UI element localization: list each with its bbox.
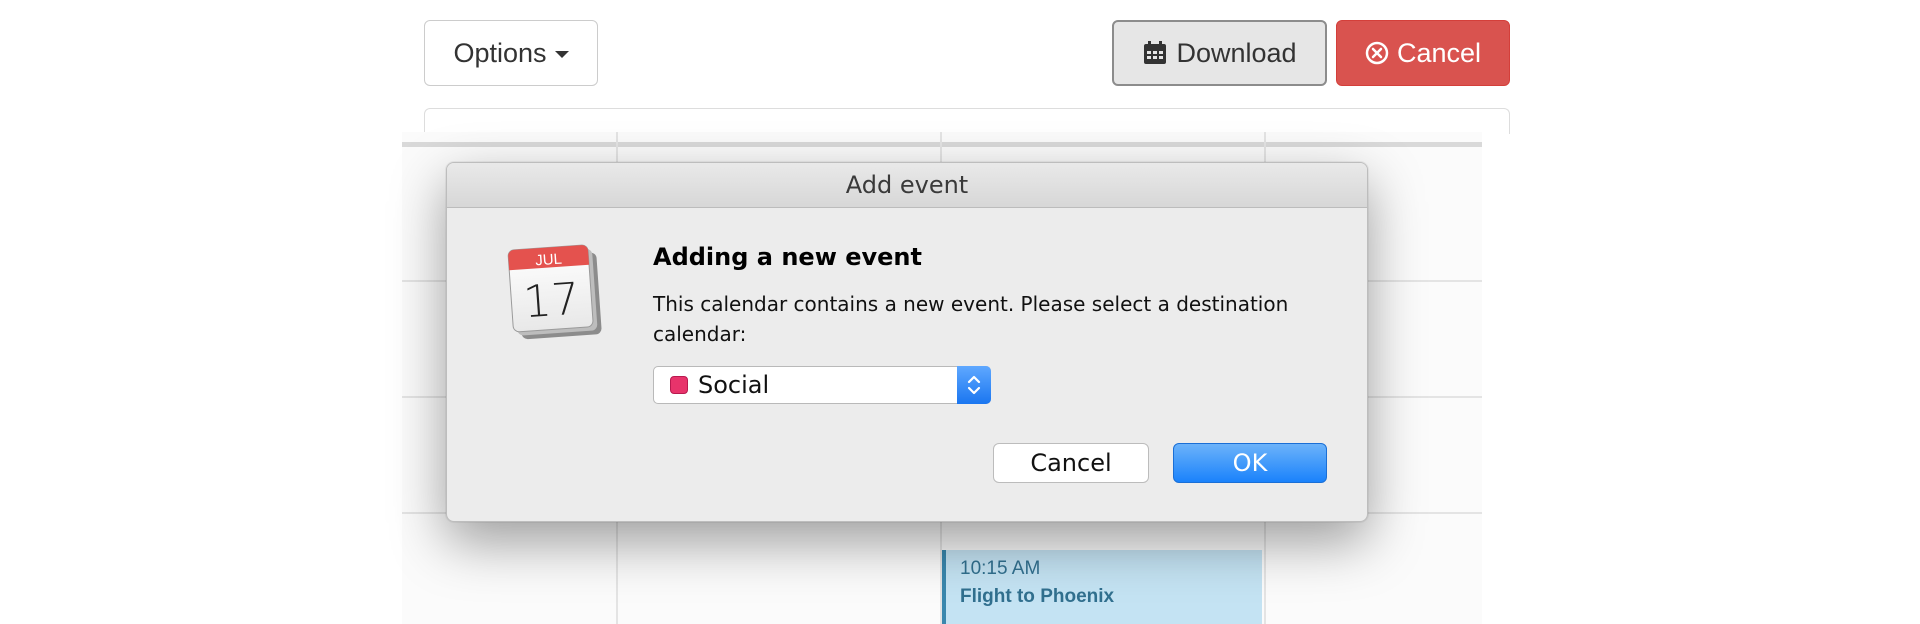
dialog-message: This calendar contains a new event. Plea… [653,292,1289,346]
dialog-titlebar: Add event [447,163,1367,208]
calendar-icon [1142,40,1168,66]
event-title: Flight to Phoenix [960,586,1115,607]
select-stepper-icon [957,366,991,404]
download-label: Download [1176,37,1297,68]
dialog-ok-button[interactable]: OK [1173,443,1327,483]
dialog-title: Add event [845,171,969,199]
calendar-icon-day: 17 [522,274,581,329]
options-dropdown-button[interactable]: Options [424,20,598,86]
calendar-event[interactable]: 10:15 AM Flight to Phoenix [942,550,1262,624]
add-event-dialog: Add event JUL 17 Adding a new event This… [446,162,1368,522]
cancel-label: Cancel [1396,37,1482,68]
calendar-color-swatch [670,376,688,394]
event-time: 10:15 AM [960,558,1041,579]
dialog-cancel-label: Cancel [1030,449,1112,477]
dialog-cancel-button[interactable]: Cancel [993,443,1149,483]
circle-x-icon [1365,41,1389,65]
destination-calendar-select[interactable]: Social [653,366,991,404]
caret-down-icon [554,51,569,58]
cancel-button[interactable]: Cancel [1336,20,1510,86]
calendar-divider [402,142,1482,147]
calendar-icon-month: JUL [535,251,563,270]
dialog-ok-label: OK [1232,449,1268,477]
selected-calendar-label: Social [698,371,770,399]
calendar-app-icon: JUL 17 [503,241,611,347]
download-button[interactable]: Download [1112,20,1327,86]
calendar-header [424,108,1510,134]
options-label: Options [453,37,547,68]
dialog-heading: Adding a new event [653,243,922,271]
